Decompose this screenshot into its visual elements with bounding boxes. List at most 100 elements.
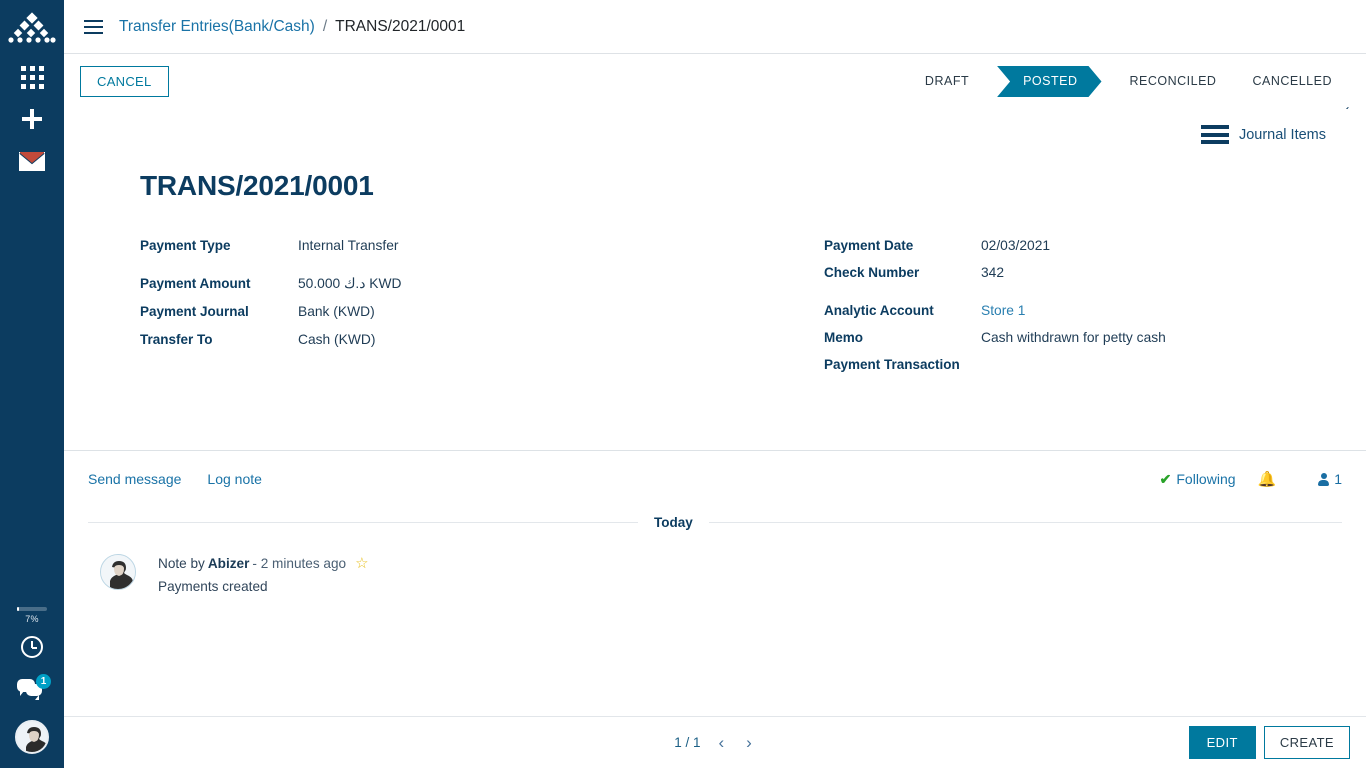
status-posted[interactable]: POSTED <box>997 66 1101 97</box>
field-label: Memo <box>824 330 864 345</box>
storage-progress-track <box>17 607 47 611</box>
check-icon: ✔ <box>1159 470 1172 487</box>
field-value[interactable]: Cash withdrawn for petty cash <box>981 324 1166 351</box>
send-message-button[interactable]: Send message <box>88 471 181 487</box>
star-icon[interactable]: ☆ <box>355 554 368 572</box>
message-author[interactable]: Abizer <box>208 556 250 571</box>
breadcrumb-separator: / <box>322 17 328 35</box>
message-author-avatar[interactable] <box>100 554 136 590</box>
cancel-button[interactable]: CANCEL <box>80 66 169 97</box>
divider-line-left <box>88 522 638 523</box>
field-label: Transfer To <box>140 332 213 347</box>
message-header: Note by Abizer - 2 minutes ago ☆ <box>158 554 369 572</box>
field-payment-amount: Payment Amount 50.000 د.ك KWD <box>140 270 741 297</box>
field-check-number: Check Number 342 <box>824 259 1342 286</box>
user-avatar[interactable] <box>15 720 49 754</box>
field-label: Payment Journal <box>140 304 249 319</box>
messaging-chat-icon[interactable]: 1 <box>0 668 64 710</box>
footer-bar: 1 / 1 ‹ › EDIT CREATE <box>64 716 1366 768</box>
field-transfer-to: Transfer To Cash (KWD) <box>140 326 741 353</box>
field-spacer <box>140 259 741 270</box>
pager-next-icon[interactable]: › <box>742 733 756 753</box>
plus-glyph <box>21 108 43 130</box>
storage-progress[interactable]: 7% <box>17 607 47 624</box>
bell-icon[interactable]: 🔔 <box>1258 470 1277 488</box>
pager: 1 / 1 ‹ › <box>674 733 756 753</box>
message-item: Note by Abizer - 2 minutes ago ☆ Payment… <box>88 530 1342 594</box>
chatter-follow-group: ✔ Following 🔔 1 <box>1160 470 1342 489</box>
followers-button[interactable]: 1 <box>1318 471 1342 487</box>
form-column-right: Payment Date 02/03/2021 Check Number 342… <box>741 232 1342 378</box>
storage-progress-label: 7% <box>25 614 39 624</box>
chat-badge-count: 1 <box>36 674 51 689</box>
journal-items-label: Journal Items <box>1238 126 1326 143</box>
form-sheet-wrapper: Journal Items TRANS/2021/0001 Payment Ty… <box>64 109 1366 768</box>
apps-grid-icon[interactable] <box>0 56 64 98</box>
divider-line-right <box>708 522 1342 523</box>
clock-glyph <box>21 636 43 658</box>
app-logo[interactable] <box>6 12 58 56</box>
field-value[interactable]: 50.000 د.ك KWD <box>298 270 401 297</box>
following-toggle[interactable]: ✔ Following <box>1160 471 1236 488</box>
sidebar-bottom-group: 7% 1 <box>0 607 64 768</box>
followers-count: 1 <box>1334 471 1342 487</box>
page-title: TRANS/2021/0001 <box>140 170 374 201</box>
plus-icon[interactable] <box>0 98 64 140</box>
chatter-toolbar: Send message Log note ✔ Following 🔔 1 <box>88 451 1342 507</box>
field-label: Payment Type <box>140 238 231 253</box>
field-spacer <box>824 286 1342 297</box>
form-fields: Payment Type Internal Transfer Payment A… <box>74 202 1342 378</box>
journal-items-button[interactable]: Journal Items <box>1195 121 1332 148</box>
envelope-icon[interactable] <box>0 140 64 182</box>
edit-button[interactable]: EDIT <box>1188 726 1256 759</box>
pager-count: 1 / 1 <box>674 735 701 750</box>
field-label: Analytic Account <box>824 303 934 318</box>
status-cancelled[interactable]: CANCELLED <box>1234 66 1350 97</box>
field-label: Payment Date <box>824 238 914 253</box>
day-divider: Today <box>88 515 1342 530</box>
form-sheet: Journal Items TRANS/2021/0001 Payment Ty… <box>64 109 1366 378</box>
field-payment-date: Payment Date 02/03/2021 <box>824 232 1342 259</box>
message-text: Payments created <box>158 579 268 594</box>
footer-actions: EDIT CREATE <box>1188 726 1350 759</box>
status-draft[interactable]: DRAFT <box>907 66 987 97</box>
field-payment-transaction: Payment Transaction <box>824 351 1342 378</box>
field-value[interactable]: 342 <box>981 259 1004 286</box>
menu-toggle-icon[interactable] <box>84 19 103 34</box>
field-value-link[interactable]: Store 1 <box>981 297 1025 324</box>
chatter: Send message Log note ✔ Following 🔔 1 To… <box>64 450 1366 594</box>
left-sidebar: 7% 1 <box>0 0 64 768</box>
activities-clock-icon[interactable] <box>0 626 64 668</box>
field-label: Payment Amount <box>140 276 251 291</box>
pager-previous-icon[interactable]: ‹ <box>714 733 728 753</box>
breadcrumb-parent-link[interactable]: Transfer Entries(Bank/Cash) <box>119 18 315 36</box>
field-value[interactable]: Bank (KWD) <box>298 298 375 325</box>
chat-bubbles-glyph: 1 <box>17 674 51 701</box>
breadcrumb-bar: Transfer Entries(Bank/Cash) / TRANS/2021… <box>64 0 1366 54</box>
message-body: Note by Abizer - 2 minutes ago ☆ Payment… <box>136 554 369 594</box>
stat-button-box: Journal Items <box>74 109 1342 148</box>
field-memo: Memo Cash withdrawn for petty cash <box>824 324 1342 351</box>
breadcrumb-current: TRANS/2021/0001 <box>335 17 466 35</box>
field-value[interactable]: Cash (KWD) <box>298 326 375 353</box>
main-area: Transfer Entries(Bank/Cash) / TRANS/2021… <box>64 0 1366 768</box>
status-bar: DRAFT POSTED RECONCILED CANCELLED <box>907 66 1350 97</box>
app-root: 7% 1 Transfer Entries(Bank/Cash) / TRANS… <box>0 0 1366 768</box>
message-timestamp: - 2 minutes ago <box>252 555 347 571</box>
field-value[interactable]: 02/03/2021 <box>981 232 1050 259</box>
form-column-left: Payment Type Internal Transfer Payment A… <box>140 232 741 378</box>
message-prefix: Note by <box>158 555 205 571</box>
field-value[interactable]: Internal Transfer <box>298 232 398 259</box>
create-button[interactable]: CREATE <box>1263 726 1350 759</box>
following-label: Following <box>1176 471 1236 487</box>
field-payment-type: Payment Type Internal Transfer <box>140 232 741 259</box>
list-bars-icon <box>1200 125 1229 144</box>
field-label: Payment Transaction <box>824 357 960 372</box>
apps-grid-glyph <box>20 65 44 89</box>
storage-progress-fill <box>17 607 20 611</box>
field-label: Check Number <box>824 265 920 280</box>
field-payment-journal: Payment Journal Bank (KWD) <box>140 298 741 325</box>
status-reconciled[interactable]: RECONCILED <box>1112 66 1235 97</box>
log-note-button[interactable]: Log note <box>207 471 262 487</box>
control-panel: CANCEL DRAFT POSTED RECONCILED CANCELLED… <box>64 54 1366 118</box>
